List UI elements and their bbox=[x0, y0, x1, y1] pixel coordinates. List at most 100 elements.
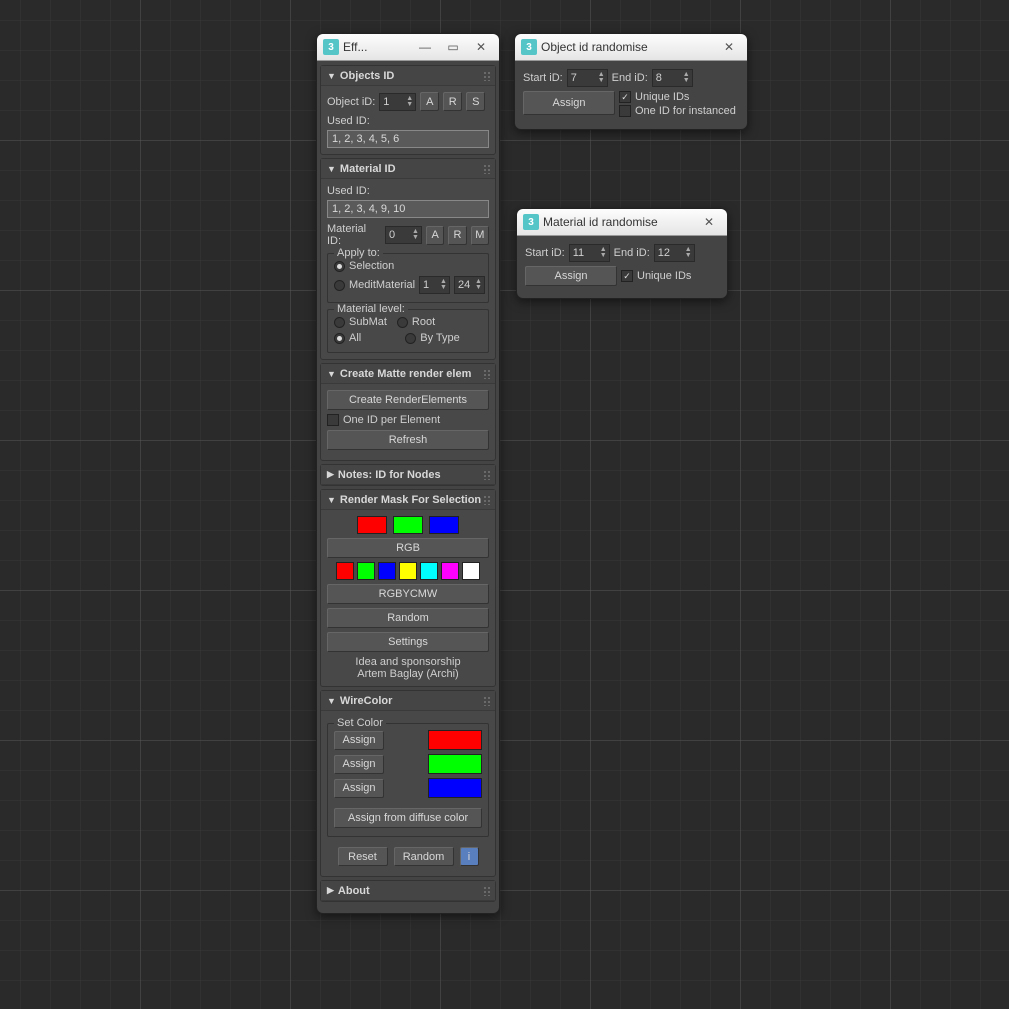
header-label: Objects ID bbox=[340, 70, 394, 82]
radio-label: SubMat bbox=[349, 316, 387, 328]
assign-button[interactable]: A bbox=[420, 92, 439, 111]
rollout-header-matte[interactable]: ▼ Create Matte render elem bbox=[321, 364, 495, 384]
color-swatch-green[interactable] bbox=[393, 516, 423, 534]
radio-root[interactable]: Root bbox=[397, 316, 435, 328]
material-used-id-field[interactable] bbox=[327, 200, 489, 218]
assign-red-button[interactable]: Assign bbox=[334, 731, 384, 750]
rollout-header-material-id[interactable]: ▼ Material ID bbox=[321, 159, 495, 179]
radio-medit-material[interactable]: MeditMaterial bbox=[334, 279, 415, 291]
rgbycmw-button[interactable]: RGBYCMW bbox=[327, 584, 489, 604]
radio-by-type[interactable]: By Type bbox=[405, 332, 460, 344]
start-id-label: Start iD: bbox=[523, 72, 563, 84]
radio-selection[interactable]: Selection bbox=[334, 260, 394, 272]
obj-rand-titlebar[interactable]: 3 Object id randomise ✕ bbox=[515, 34, 747, 61]
radio-submat[interactable]: SubMat bbox=[334, 316, 387, 328]
group-title: Material level: bbox=[334, 303, 408, 315]
header-label: About bbox=[338, 885, 370, 897]
object-id-spinner[interactable]: ▲▼ bbox=[379, 93, 416, 111]
chevron-right-icon: ▶ bbox=[327, 469, 334, 480]
assign-button[interactable]: Assign bbox=[525, 266, 617, 286]
color-swatch-cyan[interactable] bbox=[420, 562, 438, 580]
minimize-icon[interactable]: — bbox=[413, 40, 437, 54]
end-id-label: End iD: bbox=[614, 247, 650, 259]
random-mask-button[interactable]: Random bbox=[327, 608, 489, 628]
medit-spinner-1[interactable]: ▲▼ bbox=[419, 276, 450, 294]
radio-label: MeditMaterial bbox=[349, 279, 415, 291]
group-title: Set Color bbox=[334, 717, 386, 729]
material-level-group: Material level: SubMat Root All By Type bbox=[327, 309, 489, 353]
start-id-spinner[interactable]: ▲▼ bbox=[569, 244, 610, 262]
object-id-label: Object iD: bbox=[327, 96, 375, 108]
end-id-spinner[interactable]: ▲▼ bbox=[652, 69, 693, 87]
color-swatch-red[interactable] bbox=[357, 516, 387, 534]
random-button[interactable]: R bbox=[448, 226, 466, 245]
settings-button[interactable]: Settings bbox=[327, 632, 489, 652]
close-icon[interactable]: ✕ bbox=[717, 40, 741, 54]
unique-ids-checkbox[interactable]: Unique IDs bbox=[621, 270, 691, 282]
close-icon[interactable]: ✕ bbox=[697, 215, 721, 229]
chevron-down-icon: ▼ bbox=[327, 495, 336, 505]
assign-green-button[interactable]: Assign bbox=[334, 755, 384, 774]
end-id-label: End iD: bbox=[612, 72, 648, 84]
one-id-per-element-checkbox[interactable]: One ID per Element bbox=[327, 414, 440, 426]
assign-button[interactable]: Assign bbox=[523, 91, 615, 115]
assign-blue-button[interactable]: Assign bbox=[334, 779, 384, 798]
header-label: Render Mask For Selection bbox=[340, 494, 481, 506]
select-button[interactable]: S bbox=[466, 92, 485, 111]
color-button-red[interactable] bbox=[428, 730, 482, 750]
credit-line-2: Artem Baglay (Archi) bbox=[327, 668, 489, 680]
check-label: Unique IDs bbox=[637, 270, 691, 282]
color-swatch-blue[interactable] bbox=[429, 516, 459, 534]
header-label: Notes: ID for Nodes bbox=[338, 469, 441, 481]
color-swatch-green[interactable] bbox=[357, 562, 375, 580]
multi-button[interactable]: M bbox=[471, 226, 489, 245]
mat-rand-titlebar[interactable]: 3 Material id randomise ✕ bbox=[517, 209, 727, 236]
header-label: WireColor bbox=[340, 695, 392, 707]
color-button-blue[interactable] bbox=[428, 778, 482, 798]
color-swatch-blue[interactable] bbox=[378, 562, 396, 580]
color-swatch-magenta[interactable] bbox=[441, 562, 459, 580]
color-swatch-white[interactable] bbox=[462, 562, 480, 580]
check-label: Unique IDs bbox=[635, 91, 689, 103]
medit-spinner-2[interactable]: ▲▼ bbox=[454, 276, 485, 294]
obj-rand-title: Object id randomise bbox=[541, 40, 713, 54]
radio-all[interactable]: All bbox=[334, 332, 361, 344]
rollout-header-wirecolor[interactable]: ▼ WireColor bbox=[321, 691, 495, 711]
assign-diffuse-button[interactable]: Assign from diffuse color bbox=[334, 808, 482, 828]
random-button[interactable]: R bbox=[443, 92, 462, 111]
color-swatch-red[interactable] bbox=[336, 562, 354, 580]
material-id-spinner[interactable]: ▲▼ bbox=[385, 226, 422, 244]
info-button[interactable]: i bbox=[460, 847, 479, 866]
one-id-instanced-checkbox[interactable]: One ID for instanced bbox=[619, 105, 736, 117]
rgb-button[interactable]: RGB bbox=[327, 538, 489, 558]
grip-icon bbox=[483, 470, 491, 480]
start-id-spinner[interactable]: ▲▼ bbox=[567, 69, 608, 87]
used-id-field[interactable] bbox=[327, 130, 489, 148]
rollout-header-objects-id[interactable]: ▼ Objects ID bbox=[321, 66, 495, 86]
rollout-header-about[interactable]: ▶ About bbox=[321, 881, 495, 901]
chevron-down-icon: ▼ bbox=[327, 71, 336, 81]
random-wirecolor-button[interactable]: Random bbox=[394, 847, 454, 866]
grip-icon bbox=[483, 495, 491, 505]
create-render-elements-button[interactable]: Create RenderElements bbox=[327, 390, 489, 410]
color-button-green[interactable] bbox=[428, 754, 482, 774]
assign-button[interactable]: A bbox=[426, 226, 444, 245]
grip-icon bbox=[483, 696, 491, 706]
reset-button[interactable]: Reset bbox=[338, 847, 388, 866]
main-title: Eff... bbox=[343, 40, 409, 54]
end-id-spinner[interactable]: ▲▼ bbox=[654, 244, 695, 262]
maximize-icon[interactable]: ▭ bbox=[441, 40, 465, 54]
header-label: Material ID bbox=[340, 163, 396, 175]
close-icon[interactable]: ✕ bbox=[469, 40, 493, 54]
unique-ids-checkbox[interactable]: Unique IDs bbox=[619, 91, 736, 103]
rollout-header-notes[interactable]: ▶ Notes: ID for Nodes bbox=[321, 465, 495, 485]
grip-icon bbox=[483, 71, 491, 81]
rollout-notes: ▶ Notes: ID for Nodes bbox=[320, 464, 496, 486]
color-swatch-yellow[interactable] bbox=[399, 562, 417, 580]
rollout-material-id: ▼ Material ID Used ID: Material ID: ▲▼ A… bbox=[320, 158, 496, 360]
main-titlebar[interactable]: 3 Eff... — ▭ ✕ bbox=[317, 34, 499, 61]
refresh-button[interactable]: Refresh bbox=[327, 430, 489, 450]
radio-label: All bbox=[349, 332, 361, 344]
rollout-header-render-mask[interactable]: ▼ Render Mask For Selection bbox=[321, 490, 495, 510]
radio-label: Root bbox=[412, 316, 435, 328]
